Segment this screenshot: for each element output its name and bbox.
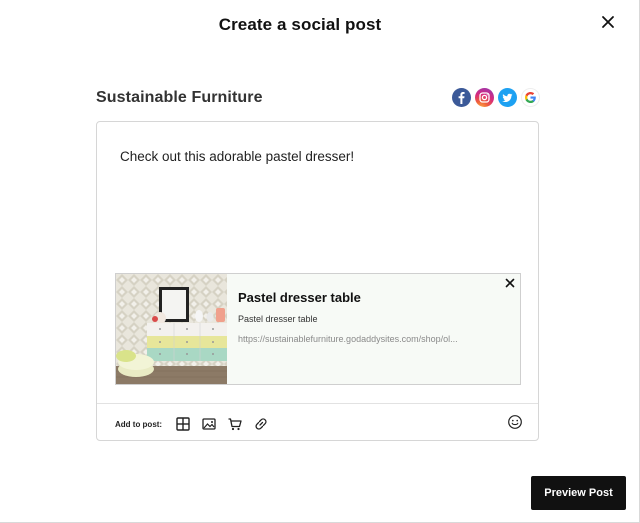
link-preview-title: Pastel dresser table bbox=[238, 290, 361, 305]
preview-post-button[interactable]: Preview Post bbox=[531, 476, 626, 510]
close-icon[interactable] bbox=[600, 14, 616, 30]
emoji-icon[interactable] bbox=[507, 414, 523, 430]
google-icon[interactable] bbox=[521, 88, 540, 107]
add-to-post-label: Add to post: bbox=[115, 420, 163, 429]
post-text[interactable]: Check out this adorable pastel dresser! bbox=[120, 149, 354, 164]
instagram-icon[interactable] bbox=[475, 88, 494, 107]
post-composer[interactable]: Check out this adorable pastel dresser! bbox=[96, 121, 539, 441]
modal-title: Create a social post bbox=[218, 15, 382, 34]
facebook-icon[interactable] bbox=[452, 88, 471, 107]
social-accounts bbox=[452, 88, 540, 107]
twitter-icon[interactable] bbox=[498, 88, 517, 107]
link-preview-image bbox=[116, 274, 227, 384]
business-name: Sustainable Furniture bbox=[96, 89, 263, 106]
create-post-modal: Create a social post Sustainable Furnitu… bbox=[0, 0, 640, 523]
add-to-post-toolbar: Add to post: bbox=[97, 403, 538, 441]
close-icon[interactable] bbox=[504, 276, 516, 288]
layout-icon[interactable] bbox=[175, 416, 191, 432]
link-icon[interactable] bbox=[253, 416, 269, 432]
cart-icon[interactable] bbox=[227, 416, 243, 432]
link-preview-url: https://sustainablefurniture.godaddysite… bbox=[238, 334, 458, 344]
image-icon[interactable] bbox=[201, 416, 217, 432]
link-preview-card: Pastel dresser table Pastel dresser tabl… bbox=[115, 273, 521, 385]
link-preview-description: Pastel dresser table bbox=[238, 314, 318, 324]
